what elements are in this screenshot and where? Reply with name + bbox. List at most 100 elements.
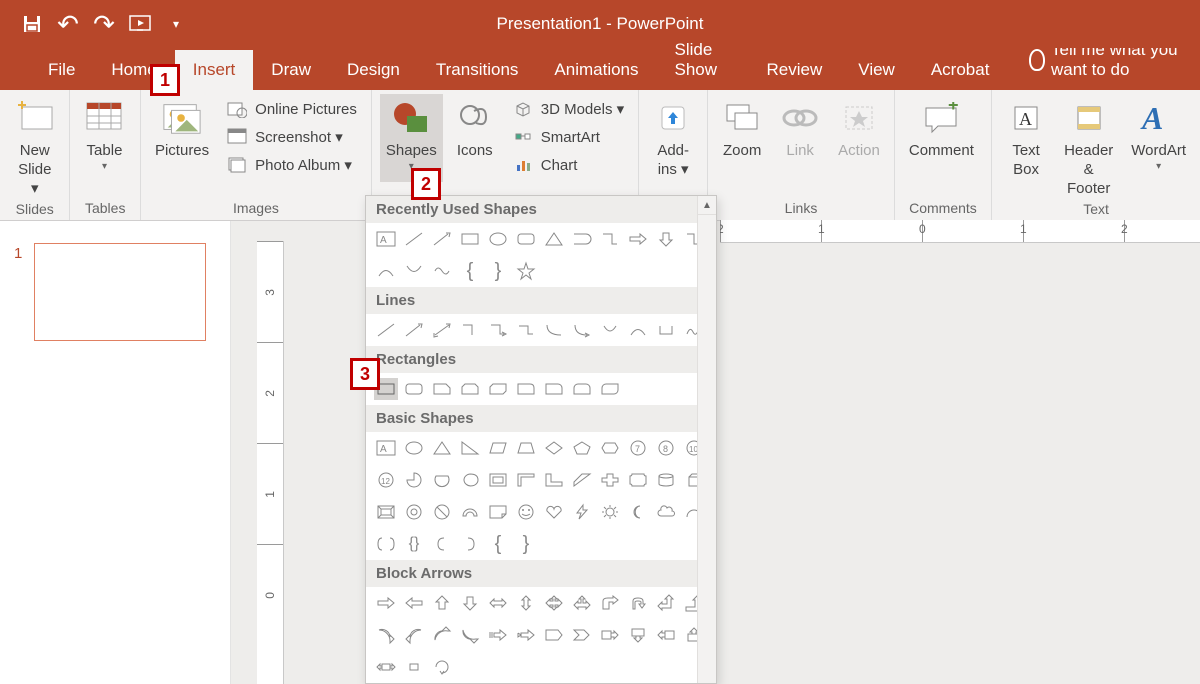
chart-button[interactable]: Chart — [507, 152, 630, 178]
tab-design[interactable]: Design — [329, 50, 418, 90]
shape-text-box[interactable]: A — [374, 228, 398, 250]
shape-dodecagon[interactable]: 12 — [374, 469, 398, 491]
shape-plus[interactable] — [598, 469, 622, 491]
shape-star-5[interactable] — [514, 260, 538, 282]
shape-elbow-connector[interactable] — [458, 319, 482, 341]
icons-button[interactable]: Icons — [449, 94, 501, 182]
shape-curved-arrow-connector[interactable] — [570, 319, 594, 341]
shape-right-arrow[interactable] — [626, 228, 650, 250]
shape-left-up-arrow[interactable] — [654, 592, 678, 614]
shape-snip-same-side-corner[interactable] — [458, 378, 482, 400]
tab-transitions[interactable]: Transitions — [418, 50, 537, 90]
shape-down-arrow[interactable] — [458, 592, 482, 614]
shape-quad-arrow[interactable] — [542, 592, 566, 614]
shape-frame[interactable] — [486, 469, 510, 491]
shape-octagon[interactable]: 8 — [654, 437, 678, 459]
shape-text-box[interactable]: A — [374, 437, 398, 459]
shape-up-down-arrow[interactable] — [514, 592, 538, 614]
shape-moon[interactable] — [626, 501, 650, 523]
shape-can[interactable] — [654, 469, 678, 491]
shape-left-right-arrow[interactable] — [486, 592, 510, 614]
shape-heptagon[interactable]: 7 — [626, 437, 650, 459]
shape-round-single-corner[interactable] — [542, 378, 566, 400]
pictures-button[interactable]: Pictures — [149, 94, 215, 182]
shape-left-right-up-arrow[interactable] — [570, 592, 594, 614]
addins-button[interactable]: Add-ins ▾ — [647, 94, 699, 182]
shape-pentagon[interactable] — [570, 437, 594, 459]
shape-hexagon[interactable] — [598, 437, 622, 459]
shape-curved-double-arrow[interactable] — [598, 319, 622, 341]
shape-quad-arrow-callout[interactable] — [402, 656, 426, 678]
shape-teardrop[interactable] — [458, 469, 482, 491]
shape-up-arrow[interactable] — [430, 592, 454, 614]
shape-down-arrow-callout[interactable] — [626, 624, 650, 646]
shape-plaque[interactable] — [626, 469, 650, 491]
shape-chord[interactable] — [430, 469, 454, 491]
tab-acrobat[interactable]: Acrobat — [913, 50, 1008, 90]
shape-left-bracket[interactable] — [430, 533, 454, 555]
shape-elbow-arrow-connector[interactable] — [486, 319, 510, 341]
shape-down-arrow[interactable] — [654, 228, 678, 250]
shape-chevron[interactable] — [570, 624, 594, 646]
gallery-scrollbar[interactable]: ▲ — [697, 196, 716, 683]
shape-u-turn-arrow[interactable] — [626, 592, 650, 614]
shape-line[interactable] — [374, 319, 398, 341]
shape-left-right-arrow-callout[interactable] — [374, 656, 398, 678]
shape-lightning-bolt[interactable] — [570, 501, 594, 523]
tab-animations[interactable]: Animations — [536, 50, 656, 90]
photo-album-button[interactable]: Photo Album ▾ — [221, 152, 363, 178]
tab-draw[interactable]: Draw — [253, 50, 329, 90]
shape-curve[interactable] — [402, 260, 426, 282]
new-slide-button[interactable]: NewSlide ▾ — [8, 94, 61, 198]
shape-diagonal-stripe[interactable] — [570, 469, 594, 491]
shape-parallelogram[interactable] — [486, 437, 510, 459]
shape-left-brace[interactable]: { — [486, 533, 510, 555]
shape-curved-down-arrow[interactable] — [458, 624, 482, 646]
shape-curved-connector[interactable] — [542, 319, 566, 341]
shape-bent-arrow[interactable] — [598, 592, 622, 614]
shape-circular-arrow[interactable] — [430, 656, 454, 678]
shape-left-arrow-callout[interactable] — [654, 624, 678, 646]
shape-rectangle[interactable] — [458, 228, 482, 250]
zoom-button[interactable]: Zoom — [716, 94, 768, 182]
shape-curved-right-arrow[interactable] — [374, 624, 398, 646]
tab-review[interactable]: Review — [749, 50, 841, 90]
start-from-beginning-button[interactable] — [128, 12, 152, 36]
shape-curved-left-arrow[interactable] — [402, 624, 426, 646]
shape-pie[interactable] — [402, 469, 426, 491]
link-button[interactable]: Link — [774, 94, 826, 182]
tab-view[interactable]: View — [840, 50, 913, 90]
shape-round-diagonal-corner[interactable] — [598, 378, 622, 400]
shape-left-brace[interactable]: { — [458, 260, 482, 282]
3d-models-button[interactable]: 3D Models ▾ — [507, 96, 630, 122]
table-button[interactable]: Table▾ — [78, 94, 130, 182]
shape-heart[interactable] — [542, 501, 566, 523]
shape-snip-diagonal-corner[interactable] — [486, 378, 510, 400]
shape-l-shape[interactable] — [542, 469, 566, 491]
shape-right-triangle[interactable] — [458, 437, 482, 459]
undo-button[interactable]: ↶ — [56, 12, 80, 36]
shape-curve-tool[interactable] — [626, 319, 650, 341]
shape-rounded-rectangle[interactable] — [514, 228, 538, 250]
comment-button[interactable]: + Comment — [903, 94, 980, 182]
action-button[interactable]: Action — [832, 94, 886, 182]
wordart-button[interactable]: A WordArt▾ — [1125, 94, 1192, 182]
screenshot-button[interactable]: Screenshot ▾ — [221, 124, 363, 150]
save-button[interactable] — [20, 12, 44, 36]
shape-diamond[interactable] — [542, 437, 566, 459]
shape-pentagon-arrow[interactable] — [542, 624, 566, 646]
shape-donut[interactable] — [402, 501, 426, 523]
shape-elbow-double-arrow[interactable] — [514, 319, 538, 341]
tab-insert[interactable]: Insert — [175, 50, 254, 90]
shape-curved-up-arrow[interactable] — [430, 624, 454, 646]
scroll-up-icon[interactable]: ▲ — [698, 196, 716, 215]
slide-thumbnail-row[interactable]: 1 — [0, 243, 230, 341]
shape-line[interactable] — [402, 228, 426, 250]
shape-freeform-tool[interactable] — [654, 319, 678, 341]
shape-left-arrow[interactable] — [402, 592, 426, 614]
shape-line-double-arrow[interactable] — [430, 319, 454, 341]
shape-half-frame[interactable] — [514, 469, 538, 491]
shape-freeform[interactable] — [430, 260, 454, 282]
shape-elbow-connector[interactable] — [598, 228, 622, 250]
shape-oval[interactable] — [402, 437, 426, 459]
